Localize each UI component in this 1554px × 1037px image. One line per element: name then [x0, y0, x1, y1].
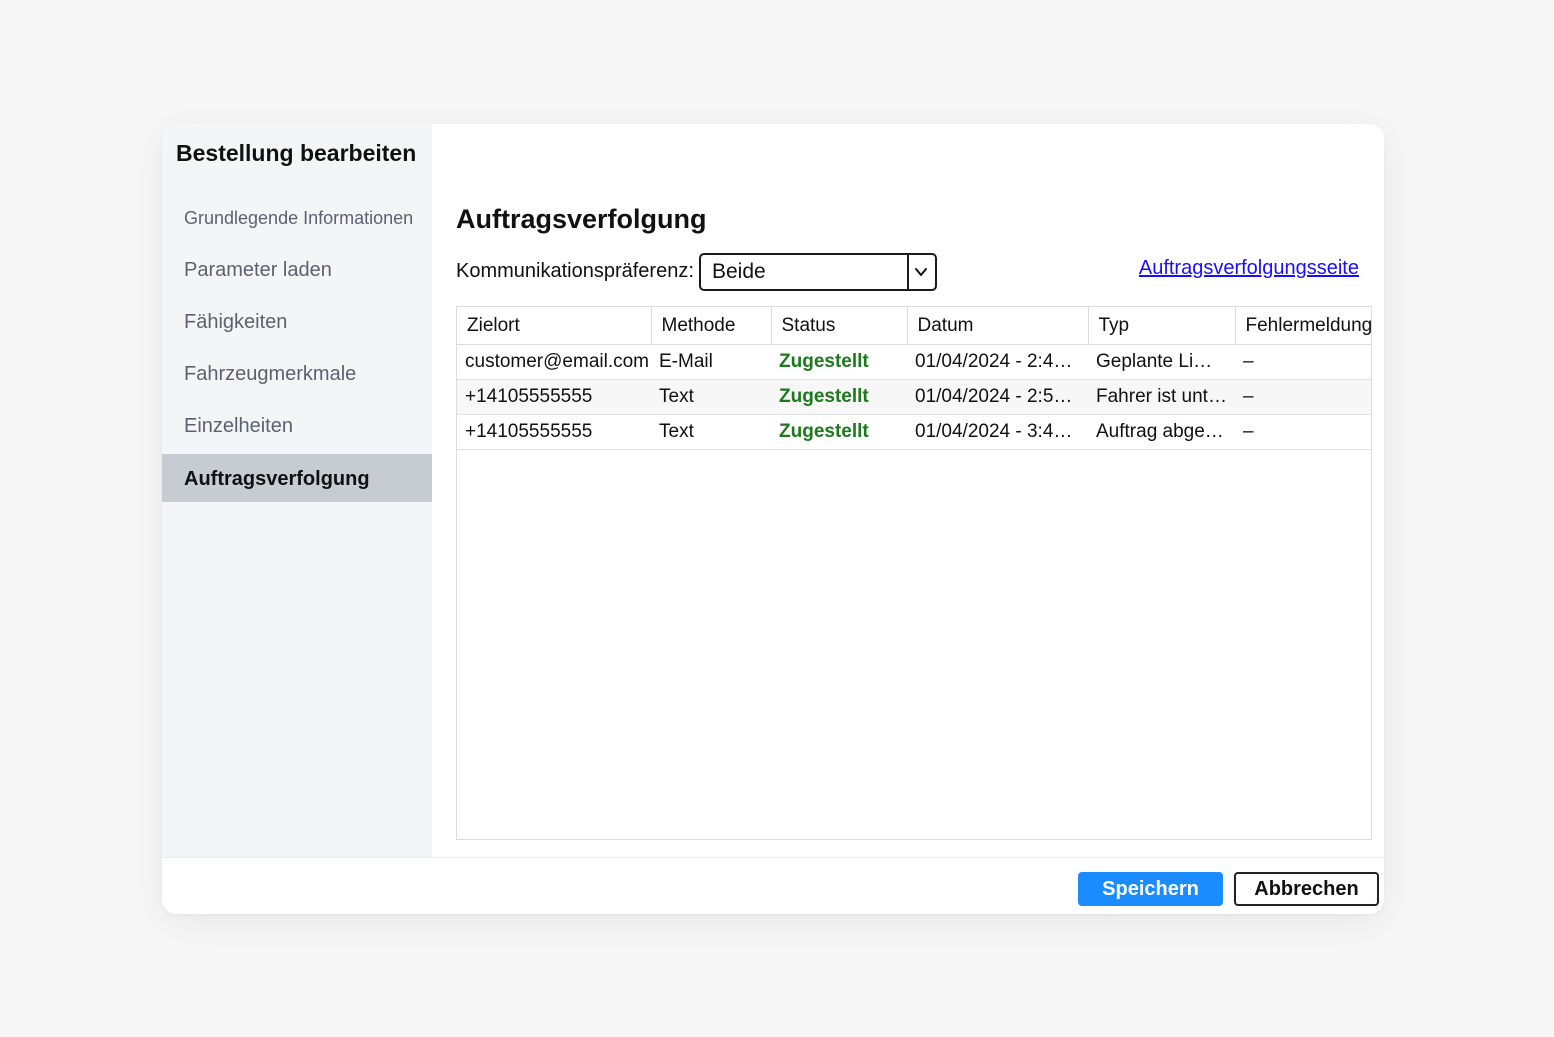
cell-type: Auftrag abge… [1088, 414, 1235, 450]
cell-type: Fahrer ist unte… [1088, 379, 1235, 415]
section-title: Auftragsverfolgung [456, 204, 707, 234]
cancel-button[interactable]: Abbrechen [1234, 872, 1379, 906]
cell-date: 01/04/2024 - 2:4… [907, 344, 1088, 380]
column-header-error[interactable]: Fehlermeldung [1235, 307, 1371, 345]
sidebar-item-basic-info[interactable]: Grundlegende Informationen [162, 192, 432, 244]
preference-select[interactable]: Beide [699, 253, 937, 291]
cell-date: 01/04/2024 - 2:5… [907, 379, 1088, 415]
sidebar: Bestellung bearbeiten Grundlegende Infor… [162, 124, 432, 857]
column-header-date[interactable]: Datum [907, 307, 1089, 345]
cell-destination: +14105555555 [457, 379, 651, 415]
preference-label: Kommunikationspräferenz: [456, 260, 694, 282]
cell-error: – [1235, 414, 1371, 450]
table-header-row: Zielort Methode Status Datum Typ Fehlerm… [457, 307, 1371, 345]
cell-error: – [1235, 379, 1371, 415]
chevron-down-icon [915, 268, 927, 276]
column-header-destination[interactable]: Zielort [457, 307, 652, 345]
column-header-method[interactable]: Methode [651, 307, 772, 345]
cell-status: Zugestellt [771, 414, 907, 450]
table-row[interactable]: customer@email.com E-Mail Zugestellt 01/… [457, 344, 1371, 380]
sidebar-nav: Grundlegende Informationen Parameter lad… [162, 192, 432, 502]
sidebar-item-capabilities[interactable]: Fähigkeiten [162, 296, 432, 348]
cell-method: E-Mail [651, 344, 771, 380]
column-header-status[interactable]: Status [771, 307, 908, 345]
edit-order-dialog: Bestellung bearbeiten Grundlegende Infor… [162, 124, 1384, 914]
save-button[interactable]: Speichern [1078, 872, 1223, 906]
tracking-page-link[interactable]: Auftragsverfolgungsseite [1139, 257, 1359, 280]
cell-destination: +14105555555 [457, 414, 651, 450]
cell-date: 01/04/2024 - 3:4… [907, 414, 1088, 450]
sidebar-item-order-tracking[interactable]: Auftragsverfolgung [162, 454, 432, 502]
cell-method: Text [651, 414, 771, 450]
select-divider [907, 255, 909, 289]
dialog-footer: Speichern Abbrechen [162, 857, 1384, 914]
sidebar-item-load-parameters[interactable]: Parameter laden [162, 244, 432, 296]
tracking-table: Zielort Methode Status Datum Typ Fehlerm… [456, 306, 1372, 840]
cell-status: Zugestellt [771, 344, 907, 380]
table-row[interactable]: +14105555555 Text Zugestellt 01/04/2024 … [457, 379, 1371, 415]
dialog-title: Bestellung bearbeiten [176, 140, 417, 166]
column-header-type[interactable]: Typ [1088, 307, 1236, 345]
sidebar-item-vehicle-features[interactable]: Fahrzeugmerkmale [162, 348, 432, 400]
cell-status: Zugestellt [771, 379, 907, 415]
table-row[interactable]: +14105555555 Text Zugestellt 01/04/2024 … [457, 414, 1371, 450]
cell-error: – [1235, 344, 1371, 380]
cell-destination: customer@email.com [457, 344, 651, 380]
sidebar-item-details[interactable]: Einzelheiten [162, 400, 432, 452]
cell-method: Text [651, 379, 771, 415]
cell-type: Geplante Li… [1088, 344, 1235, 380]
preference-select-value: Beide [712, 260, 766, 283]
main-content: Auftragsverfolgung Kommunikationspräfere… [432, 124, 1384, 857]
